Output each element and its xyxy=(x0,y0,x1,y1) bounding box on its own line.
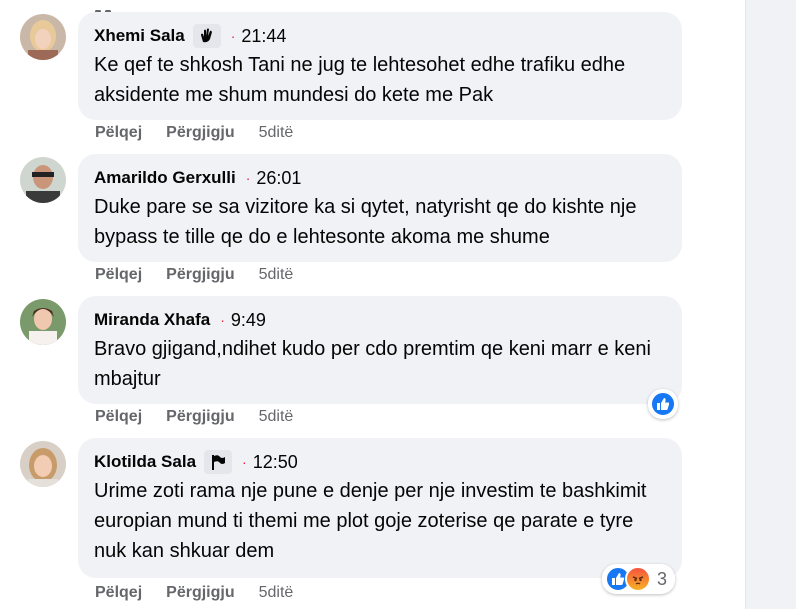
avatar[interactable] xyxy=(20,157,66,203)
like-button[interactable]: Pëlqej xyxy=(95,124,142,142)
comment-author[interactable]: Miranda Xhafa xyxy=(94,310,210,330)
scrollbar-track[interactable] xyxy=(745,0,796,609)
like-button[interactable]: Pëlqej xyxy=(95,266,142,284)
comment-age[interactable]: 5ditë xyxy=(259,408,294,426)
comment-actions: Pëlqej Përgjigju 5ditë xyxy=(95,584,293,602)
like-button[interactable]: Pëlqej xyxy=(95,408,142,426)
comment-text: Bravo gjigand,ndihet kudo per cdo premti… xyxy=(94,338,651,390)
comment-bubble: Xhemi Sala · 21:44 Ke qef te shkosh Tani… xyxy=(78,12,682,120)
like-icon xyxy=(650,391,676,417)
comment-author[interactable]: Amarildo Gerxulli xyxy=(94,168,236,188)
comment-text: Ke qef te shkosh Tani ne jug te lehtesoh… xyxy=(94,54,626,106)
comment-bubble: Klotilda Sala · 12:50 Urime zoti rama nj… xyxy=(78,438,682,578)
comment-actions: Pëlqej Përgjigju 5ditë xyxy=(95,408,293,426)
comment-age[interactable]: 5ditë xyxy=(259,124,294,142)
reply-button[interactable]: Përgjigju xyxy=(166,584,234,602)
previous-actions-stub xyxy=(95,0,125,13)
like-button[interactable]: Pëlqej xyxy=(95,584,142,602)
comment-age[interactable]: 5ditë xyxy=(259,584,294,602)
reaction-summary[interactable] xyxy=(648,389,678,419)
comment-text: Urime zoti rama nje pune e denje per nje… xyxy=(94,480,647,562)
flag-icon xyxy=(204,450,233,474)
reaction-count: 3 xyxy=(657,568,668,589)
comment-actions: Pëlqej Përgjigju 5ditë xyxy=(95,124,293,142)
comment-time[interactable]: 12:50 xyxy=(253,452,298,473)
angry-icon xyxy=(625,566,651,592)
comment-text: Duke pare se sa vizitore ka si qytet, na… xyxy=(94,196,637,248)
avatar[interactable] xyxy=(20,299,66,345)
comment-bubble: Amarildo Gerxulli · 26:01 Duke pare se s… xyxy=(78,154,682,262)
comment-age[interactable]: 5ditë xyxy=(259,266,294,284)
avatar[interactable] xyxy=(20,14,66,60)
comment-author[interactable]: Xhemi Sala xyxy=(94,26,185,46)
comment-bubble: Miranda Xhafa · 9:49 Bravo gjigand,ndihe… xyxy=(78,296,682,404)
avatar[interactable] xyxy=(20,441,66,487)
separator-dot: · xyxy=(242,454,247,470)
hand-wave-icon xyxy=(192,24,221,48)
comment-author[interactable]: Klotilda Sala xyxy=(94,452,196,472)
separator-dot: · xyxy=(245,170,251,186)
comment-time[interactable]: 21:44 xyxy=(241,26,286,47)
reaction-summary[interactable]: 3 xyxy=(602,564,676,594)
reply-button[interactable]: Përgjigju xyxy=(166,408,234,426)
reply-button[interactable]: Përgjigju xyxy=(166,124,234,142)
comment-time[interactable]: 9:49 xyxy=(231,310,266,331)
reply-button[interactable]: Përgjigju xyxy=(166,266,234,284)
comment-actions: Pëlqej Përgjigju 5ditë xyxy=(95,266,293,284)
separator-dot: · xyxy=(230,28,236,44)
separator-dot: · xyxy=(220,312,225,328)
comment-time[interactable]: 26:01 xyxy=(256,168,301,189)
